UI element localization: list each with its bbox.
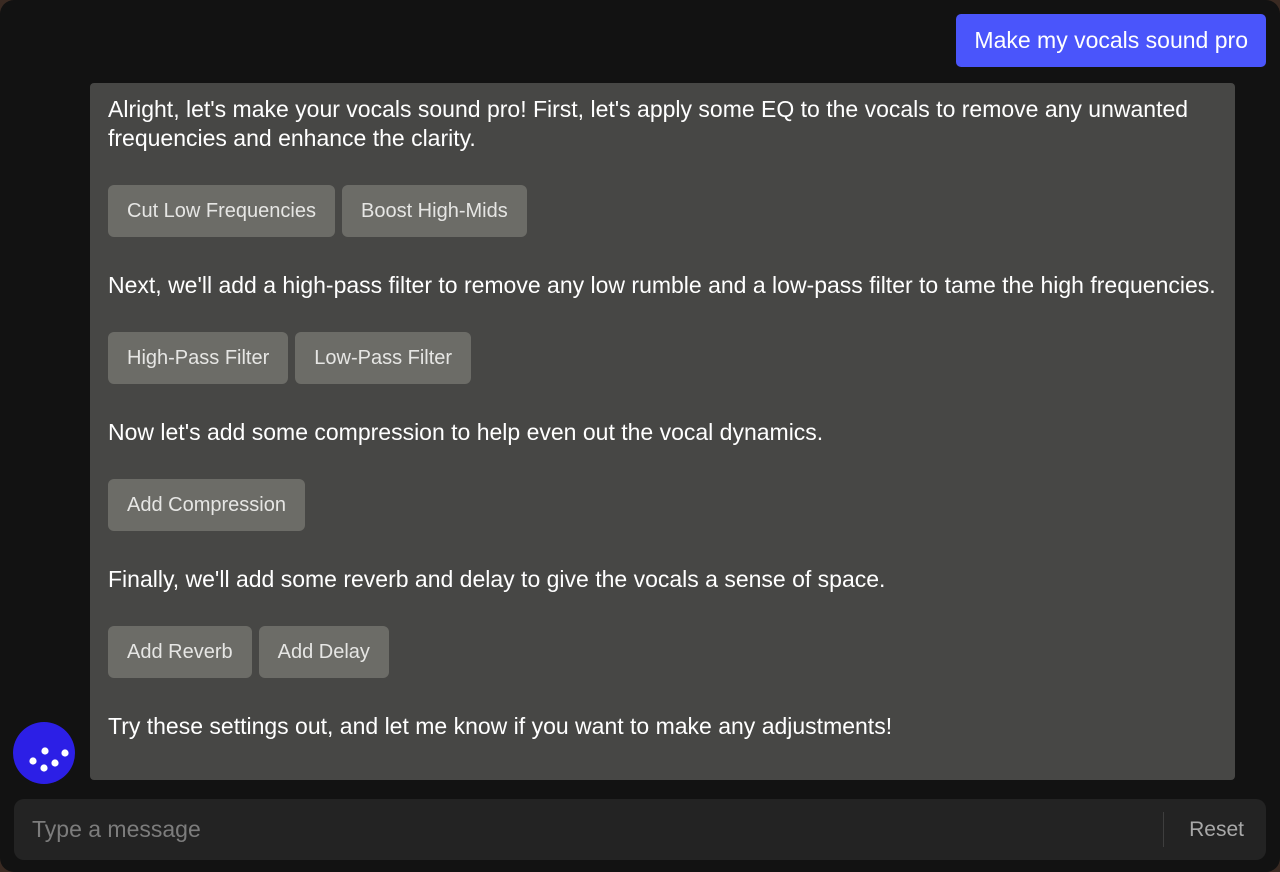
assistant-closing-text: Try these settings out, and let me know … bbox=[108, 713, 893, 739]
boost-high-mids-button[interactable]: Boost High-Mids bbox=[341, 185, 527, 237]
high-pass-filter-button[interactable]: High-Pass Filter bbox=[108, 332, 289, 384]
add-compression-button[interactable]: Add Compression bbox=[108, 479, 305, 531]
composer-divider bbox=[1163, 812, 1164, 847]
compression-button-row: Add Compression bbox=[108, 479, 1217, 531]
cut-low-frequencies-button[interactable]: Cut Low Frequencies bbox=[108, 185, 335, 237]
assistant-paragraph-filters: Next, we'll add a high-pass filter to re… bbox=[108, 272, 1216, 298]
eq-button-row: Cut Low Frequencies Boost High-Mids bbox=[108, 185, 1217, 237]
dots-logo-icon bbox=[29, 747, 69, 772]
filter-button-row: High-Pass Filter Low-Pass Filter bbox=[108, 332, 1217, 384]
message-input[interactable] bbox=[14, 799, 1164, 860]
assistant-avatar bbox=[13, 722, 75, 784]
assistant-paragraph-space: Finally, we'll add some reverb and delay… bbox=[108, 566, 886, 592]
reset-button[interactable]: Reset bbox=[1189, 799, 1244, 860]
chat-window: Make my vocals sound pro Alright, let's … bbox=[0, 0, 1280, 872]
assistant-message-bubble: Alright, let's make your vocals sound pr… bbox=[90, 83, 1235, 780]
add-reverb-button[interactable]: Add Reverb bbox=[108, 626, 252, 678]
assistant-paragraph-eq: Alright, let's make your vocals sound pr… bbox=[108, 96, 1189, 151]
space-button-row: Add Reverb Add Delay bbox=[108, 626, 1217, 678]
user-message-bubble: Make my vocals sound pro bbox=[956, 14, 1266, 67]
message-composer: Reset bbox=[14, 799, 1266, 860]
low-pass-filter-button[interactable]: Low-Pass Filter bbox=[295, 332, 472, 384]
add-delay-button[interactable]: Add Delay bbox=[258, 626, 389, 678]
assistant-paragraph-compression: Now let's add some compression to help e… bbox=[108, 419, 824, 445]
